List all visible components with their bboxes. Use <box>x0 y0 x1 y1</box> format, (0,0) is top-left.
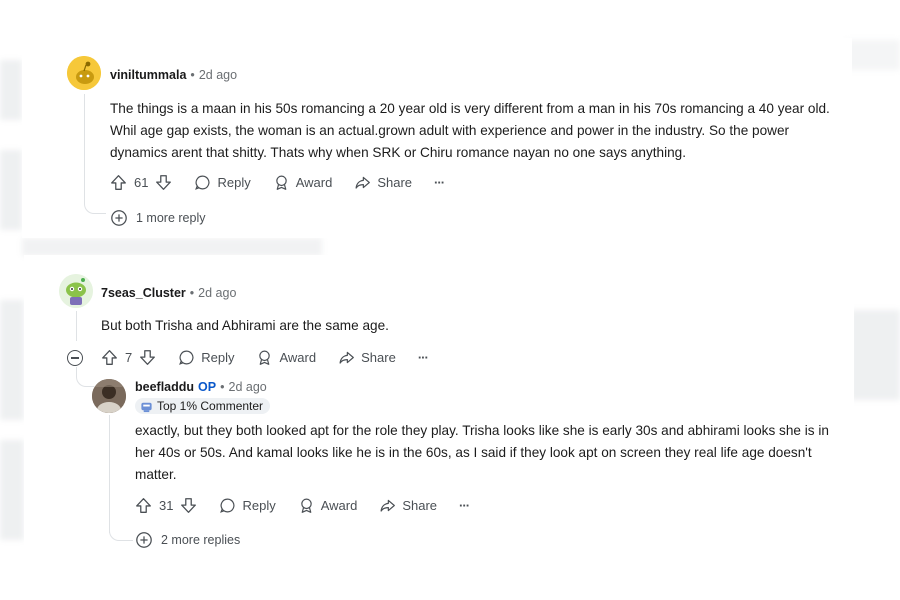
comment-bubble-icon <box>195 175 210 190</box>
avatar[interactable] <box>92 379 126 413</box>
comment-card-viniltummala: viniltummala • 2d ago The things is a ma… <box>22 38 852 238</box>
more-replies-label: 2 more replies <box>161 533 241 547</box>
comment-bubble-icon <box>179 350 194 365</box>
share-button[interactable]: Share <box>379 497 437 514</box>
more-options-icon: ··· <box>434 175 445 190</box>
share-icon <box>380 499 396 512</box>
thread-connector <box>76 373 94 387</box>
collapse-thread-button[interactable] <box>67 350 83 366</box>
thread-connector <box>84 198 106 214</box>
snoo-avatar-icon <box>59 274 93 308</box>
reply-label: Reply <box>242 498 276 513</box>
thread-line <box>109 415 110 533</box>
separator-dot: • <box>220 380 225 394</box>
upvote-icon[interactable] <box>101 349 118 366</box>
reply-button[interactable]: Reply <box>194 174 251 191</box>
author-name[interactable]: viniltummala <box>110 68 186 82</box>
reply-button[interactable]: Reply <box>219 497 276 514</box>
more-options-button[interactable]: ··· <box>459 498 470 513</box>
comment-body: exactly, but they both looked apt for th… <box>135 423 829 482</box>
more-options-button[interactable]: ··· <box>434 175 445 190</box>
reply-label: Reply <box>201 350 235 365</box>
comment-bubble-icon <box>220 498 235 513</box>
reply-label: Reply <box>217 175 251 190</box>
thread-line <box>84 94 85 202</box>
share-button[interactable]: Share <box>354 174 412 191</box>
comment-body: But both Trisha and Abhirami are the sam… <box>101 318 389 333</box>
reply-button[interactable]: Reply <box>178 349 234 366</box>
comment-card-7seas-cluster: 7seas_Cluster • 2d ago But both Trisha a… <box>24 255 854 577</box>
op-label: OP <box>198 380 217 394</box>
more-replies-button[interactable]: 2 more replies <box>135 531 240 549</box>
comment-actions: 61 Reply Award Share ··· <box>110 174 466 191</box>
award-button[interactable]: Award <box>256 349 316 366</box>
more-options-button[interactable]: ··· <box>417 350 429 365</box>
timestamp[interactable]: 2d ago <box>229 380 267 394</box>
expand-plus-icon <box>111 210 127 226</box>
author-name[interactable]: beefladdu <box>135 380 194 394</box>
badge-label: Top 1% Commenter <box>157 399 264 413</box>
award-icon <box>259 350 271 365</box>
snoo-avatar-icon <box>67 56 101 90</box>
expand-plus-icon <box>136 532 152 548</box>
share-label: Share <box>361 350 396 365</box>
award-button[interactable]: Award <box>273 174 333 191</box>
vote-count: 61 <box>134 175 149 190</box>
more-options-icon: ··· <box>459 498 470 513</box>
thread-connector <box>109 527 133 541</box>
share-button[interactable]: Share <box>338 349 396 366</box>
vote-group: 61 <box>110 174 172 191</box>
award-label: Award <box>279 350 317 365</box>
downvote-icon[interactable] <box>155 174 172 191</box>
more-options-icon: ··· <box>417 350 429 365</box>
top-commenter-badge: Top 1% Commenter <box>135 398 271 414</box>
vote-group: 7 <box>101 349 156 366</box>
award-label: Award <box>320 498 358 513</box>
comment-actions: 31 Reply Award Share ··· <box>135 497 491 514</box>
timestamp[interactable]: 2d ago <box>198 286 236 300</box>
share-icon <box>355 176 371 189</box>
share-icon <box>339 351 355 364</box>
award-icon <box>275 175 287 190</box>
comment-meta: 7seas_Cluster • 2d ago <box>101 286 236 300</box>
avatar[interactable] <box>67 56 101 90</box>
separator-dot: • <box>189 286 195 300</box>
more-replies-label: 1 more reply <box>136 211 206 225</box>
vote-count: 31 <box>159 498 174 513</box>
award-icon <box>300 498 312 513</box>
share-label: Share <box>377 175 413 190</box>
comment-actions: 7 Reply Award Share ··· <box>101 349 450 366</box>
vote-group: 31 <box>135 497 197 514</box>
downvote-icon[interactable] <box>139 349 156 366</box>
more-replies-button[interactable]: 1 more reply <box>110 209 205 227</box>
share-label: Share <box>402 498 438 513</box>
user-photo-icon <box>92 379 126 413</box>
vote-count: 7 <box>125 350 133 365</box>
comment-meta: beefladdu OP • 2d ago <box>135 380 267 394</box>
comment-meta: viniltummala • 2d ago <box>110 68 237 82</box>
downvote-icon[interactable] <box>180 497 197 514</box>
avatar[interactable] <box>59 274 93 308</box>
award-label: Award <box>295 175 333 190</box>
upvote-icon[interactable] <box>135 497 152 514</box>
thread-line <box>76 311 77 341</box>
author-name[interactable]: 7seas_Cluster <box>101 286 186 300</box>
upvote-icon[interactable] <box>110 174 127 191</box>
award-button[interactable]: Award <box>298 497 358 514</box>
separator-dot: • <box>190 68 195 82</box>
commenter-badge-icon <box>141 402 152 412</box>
comment-body: The things is a maan in his 50s romancin… <box>110 101 830 160</box>
timestamp[interactable]: 2d ago <box>199 68 237 82</box>
